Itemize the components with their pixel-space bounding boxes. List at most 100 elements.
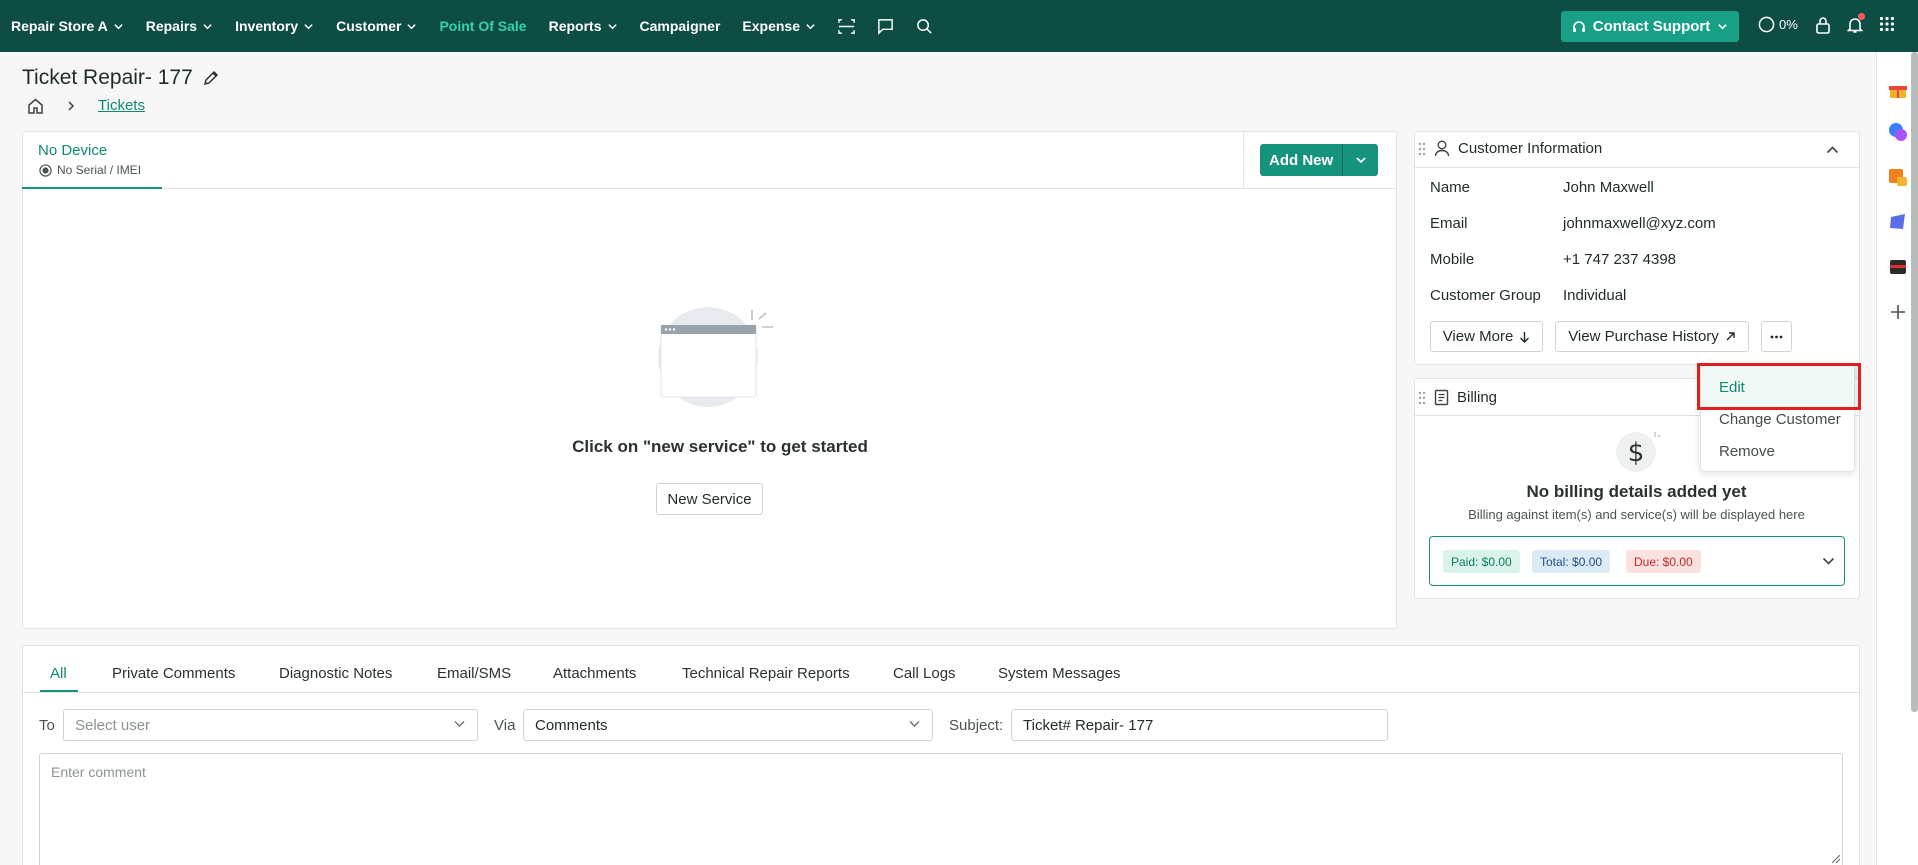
progress-indicator[interactable]: 0% (1758, 16, 1798, 33)
progress-percent: 0% (1779, 17, 1798, 32)
view-more-button[interactable]: View More (1430, 321, 1543, 352)
tab-all[interactable]: All (50, 665, 67, 682)
billing-title: Billing (1457, 389, 1498, 406)
due-badge: Due: $0.00 (1626, 550, 1701, 573)
pencil-icon[interactable] (203, 70, 219, 86)
headset-icon (1572, 20, 1585, 32)
wallet-icon[interactable] (1888, 257, 1908, 277)
nav-repairs[interactable]: Repairs (146, 18, 213, 34)
drag-handle-icon[interactable] (1418, 142, 1426, 156)
gift-icon[interactable] (1888, 80, 1908, 100)
nav-expense[interactable]: Expense (742, 18, 816, 34)
add-extension-icon[interactable] (1888, 302, 1908, 322)
nav-customer-label: Customer (336, 18, 402, 34)
nav-pos-label: Point Of Sale (439, 18, 527, 34)
tab-private-comments[interactable]: Private Comments (112, 665, 235, 682)
chevron-down-icon (304, 23, 313, 29)
menu-item-change-customer[interactable]: Change Customer (1719, 411, 1841, 428)
chevron-down-icon (1718, 24, 1728, 30)
paid-badge: Paid: $0.00 (1443, 550, 1520, 573)
add-new-dropdown-button[interactable] (1342, 144, 1379, 176)
device-tab[interactable]: No Device No Serial / IMEI (22, 132, 162, 189)
view-purchase-history-label: View Purchase History (1568, 328, 1719, 345)
nav-repairs-label: Repairs (145, 18, 198, 34)
tab-technical-repair-reports[interactable]: Technical Repair Reports (682, 665, 850, 682)
more-options-button[interactable] (1761, 321, 1792, 352)
search-icon[interactable] (916, 18, 933, 35)
device-serial: No Serial / IMEI (39, 163, 141, 177)
nav-campaigner[interactable]: Campaigner (640, 18, 721, 34)
teams-icon[interactable] (1888, 212, 1908, 232)
nav-inventory-label: Inventory (235, 18, 299, 34)
email-label: Email (1430, 215, 1468, 232)
nav-reports-label: Reports (548, 18, 602, 34)
notification-dot (1858, 13, 1865, 20)
device-panel-vdivider (1243, 132, 1244, 188)
comments-tabs: All Private Comments Diagnostic Notes Em… (22, 645, 1860, 693)
office-icon[interactable] (1888, 167, 1908, 187)
contact-support-button[interactable]: Contact Support (1561, 11, 1739, 42)
chevron-down-icon (203, 23, 212, 29)
dollar-icon: $ (1616, 428, 1660, 472)
page-title: Ticket Repair- 177 (22, 66, 219, 90)
mobile-value: +1 747 237 4398 (1563, 251, 1677, 268)
tab-diagnostic-notes[interactable]: Diagnostic Notes (279, 665, 392, 682)
collapse-icon[interactable] (1826, 145, 1839, 154)
breadcrumb-tickets-link[interactable]: Tickets (98, 97, 145, 114)
billing-summary[interactable]: Paid: $0.00 Total: $0.00 Due: $0.00 (1429, 536, 1845, 586)
svg-text:$: $ (1628, 438, 1645, 468)
bell-icon[interactable] (1847, 13, 1865, 34)
add-new-button[interactable]: Add New (1260, 144, 1343, 176)
nav-inventory[interactable]: Inventory (235, 18, 314, 34)
store-selector[interactable]: Repair Store A (11, 18, 124, 34)
edit-highlight-box (1697, 363, 1861, 410)
page-scrollbar[interactable] (1911, 52, 1918, 712)
device-serial-text: No Serial / IMEI (57, 163, 142, 177)
subject-input[interactable]: Ticket# Repair- 177 (1011, 709, 1388, 741)
arrow-down-icon (1520, 331, 1530, 343)
nav-customer[interactable]: Customer (336, 18, 417, 34)
chevron-right-icon (68, 100, 75, 111)
nav-campaigner-label: Campaigner (639, 18, 721, 34)
breadcrumb: Tickets (27, 97, 145, 114)
chat-icon[interactable] (877, 18, 894, 35)
page-title-text: Ticket Repair- 177 (22, 66, 193, 89)
home-icon[interactable] (27, 98, 44, 114)
circle-progress-icon (1758, 16, 1775, 33)
tab-system-messages[interactable]: System Messages (998, 665, 1121, 682)
empty-state-illustration (655, 305, 773, 407)
device-name: No Device (38, 142, 108, 159)
via-label: Via (494, 717, 516, 734)
chevron-down-icon (1356, 157, 1366, 164)
customer-card-divider (1414, 167, 1860, 168)
total-badge: Total: $0.00 (1532, 550, 1611, 573)
tab-call-logs[interactable]: Call Logs (893, 665, 956, 682)
drag-handle-icon[interactable] (1418, 391, 1426, 405)
scan-icon[interactable] (838, 18, 855, 35)
select-user-placeholder: Select user (75, 716, 151, 734)
lock-icon[interactable] (1815, 16, 1831, 34)
tab-email-sms[interactable]: Email/SMS (437, 665, 511, 682)
menu-item-remove[interactable]: Remove (1719, 443, 1775, 460)
chevron-down-icon (607, 23, 617, 29)
customer-info-header: Customer Information (1418, 140, 1602, 157)
view-more-label: View More (1442, 328, 1514, 345)
nav-reports[interactable]: Reports (549, 18, 618, 34)
resize-handle-icon[interactable] (1830, 855, 1841, 863)
apps-grid-icon[interactable] (1879, 16, 1895, 32)
new-service-button[interactable]: New Service (656, 483, 763, 515)
name-label: Name (1430, 179, 1471, 196)
chat-bubbles-icon[interactable] (1888, 122, 1908, 142)
external-link-icon (1726, 332, 1735, 341)
chevron-down-icon (1822, 557, 1835, 565)
select-user-dropdown[interactable]: Select user (63, 709, 478, 741)
chevron-down-icon (114, 23, 123, 29)
nav-point-of-sale[interactable]: Point Of Sale (439, 18, 526, 34)
via-dropdown[interactable]: Comments (523, 709, 933, 741)
subject-value: Ticket# Repair- 177 (1023, 716, 1154, 734)
tab-attachments[interactable]: Attachments (553, 665, 636, 682)
customer-group-label: Customer Group (1430, 287, 1541, 304)
comment-textarea[interactable]: Enter comment (39, 753, 1843, 865)
view-purchase-history-button[interactable]: View Purchase History (1555, 321, 1749, 352)
chevron-down-icon (407, 23, 417, 29)
